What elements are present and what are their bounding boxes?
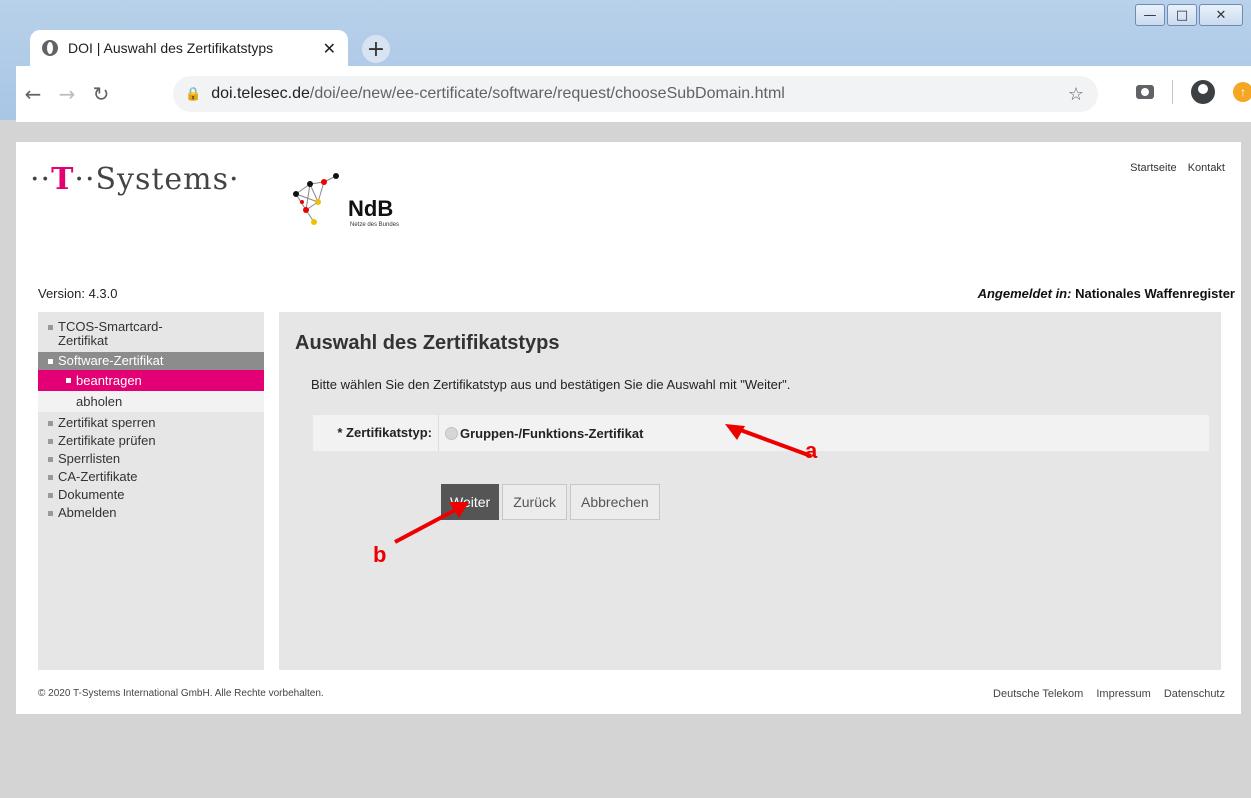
maximize-button[interactable]: □ bbox=[1167, 4, 1197, 26]
tab-title: DOI | Auswahl des Zertifikatstyps bbox=[68, 40, 274, 56]
bookmark-star-icon[interactable]: ☆ bbox=[1068, 84, 1084, 105]
login-value: Nationales Waffenregister bbox=[1075, 286, 1235, 301]
browser-toolbar: ← → ↻ 🔒 doi.telesec.de/doi/ee/new/ee-cer… bbox=[16, 66, 1251, 122]
lock-icon: 🔒 bbox=[185, 86, 202, 102]
footer-links: Deutsche Telekom Impressum Datenschutz bbox=[983, 688, 1225, 700]
sidebar-item-beantragen[interactable]: beantragen bbox=[38, 370, 264, 391]
sidebar-item-dokumente[interactable]: Dokumente bbox=[38, 486, 264, 504]
sidebar-nav: TCOS-Smartcard-Zertifikat Software-Zerti… bbox=[38, 312, 264, 670]
annotation-arrow-b bbox=[394, 502, 469, 544]
forward-arrow-icon[interactable]: → bbox=[50, 82, 84, 106]
window-controls: — □ ✕ bbox=[1133, 4, 1243, 26]
footer-link-impressum[interactable]: Impressum bbox=[1096, 688, 1150, 700]
address-bar[interactable]: 🔒 doi.telesec.de/doi/ee/new/ee-certifica… bbox=[173, 76, 1098, 112]
reload-icon[interactable]: ↻ bbox=[84, 82, 118, 106]
annotation-arrow-a bbox=[725, 424, 812, 458]
ndb-subtitle: Netze des Bundes bbox=[350, 222, 400, 228]
logo-dots: ·· bbox=[30, 162, 52, 197]
toolbar-right: ↑ bbox=[1136, 80, 1251, 104]
sidebar-item-ca-zertifikate[interactable]: CA-Zertifikate bbox=[38, 468, 264, 486]
sidebar-item-sperrlisten[interactable]: Sperrlisten bbox=[38, 450, 264, 468]
version-label: Version: 4.3.0 bbox=[38, 286, 118, 301]
url-text[interactable]: doi.telesec.de/doi/ee/new/ee-certificate… bbox=[211, 85, 785, 103]
t-systems-logo[interactable]: ··T··Systems· bbox=[30, 162, 240, 197]
globe-icon bbox=[42, 40, 58, 56]
intro-text: Bitte wählen Sie den Zertifikatstyp aus … bbox=[311, 377, 791, 392]
close-window-button[interactable]: ✕ bbox=[1199, 4, 1243, 26]
logo-t: T bbox=[51, 162, 75, 197]
sidebar-item-zertifikate-pruefen[interactable]: Zertifikate prüfen bbox=[38, 432, 264, 450]
zertifikatstyp-radio[interactable] bbox=[445, 426, 458, 440]
logo-systems: ··Systems· bbox=[74, 162, 240, 197]
camera-icon[interactable] bbox=[1136, 85, 1154, 99]
ndb-title: NdB bbox=[348, 196, 394, 221]
footer-copyright: © 2020 T-Systems International GmbH. All… bbox=[38, 688, 324, 699]
browser-tab[interactable]: DOI | Auswahl des Zertifikatstyps ✕ bbox=[30, 30, 348, 66]
close-tab-icon[interactable]: ✕ bbox=[323, 39, 336, 58]
sidebar-item-zertifikat-sperren[interactable]: Zertifikat sperren bbox=[38, 414, 264, 432]
login-info: Angemeldet in: Nationales Waffenregister bbox=[978, 286, 1235, 301]
minimize-button[interactable]: — bbox=[1135, 4, 1165, 26]
annotation-label-b: b bbox=[373, 542, 387, 567]
sidebar-item-tcos-smartcard[interactable]: TCOS-Smartcard-Zertifikat bbox=[38, 318, 168, 350]
login-label: Angemeldet in: bbox=[977, 286, 1072, 301]
zurueck-button[interactable]: Zurück bbox=[502, 484, 567, 520]
footer-link-deutsche-telekom[interactable]: Deutsche Telekom bbox=[993, 688, 1083, 700]
main-content: Auswahl des Zertifikatstyps Bitte wählen… bbox=[279, 312, 1221, 670]
zertifikatstyp-label: * Zertifikatstyp: bbox=[313, 415, 439, 451]
toolbar-separator bbox=[1172, 80, 1173, 104]
annotation-label-a: a bbox=[805, 438, 818, 463]
sidebar-item-software-zertifikat[interactable]: Software-Zertifikat bbox=[38, 352, 264, 370]
page-title: Auswahl des Zertifikatstyps bbox=[295, 332, 560, 354]
page-top-strip bbox=[16, 122, 1251, 142]
ndb-logo: NdB Netze des Bundes bbox=[288, 164, 418, 234]
url-host: doi.telesec.de bbox=[211, 85, 310, 102]
ndb-network-icon bbox=[293, 173, 339, 225]
profile-icon[interactable] bbox=[1191, 80, 1215, 104]
new-tab-button[interactable]: + bbox=[362, 35, 390, 63]
link-kontakt[interactable]: Kontakt bbox=[1188, 162, 1225, 174]
abbrechen-button[interactable]: Abbrechen bbox=[570, 484, 660, 520]
web-page: ··T··Systems· NdB Netze des Bundes Start… bbox=[16, 142, 1241, 714]
url-path: /doi/ee/new/ee-certificate/software/requ… bbox=[309, 85, 785, 102]
footer-link-datenschutz[interactable]: Datenschutz bbox=[1164, 688, 1225, 700]
sidebar-item-abmelden[interactable]: Abmelden bbox=[38, 504, 264, 522]
sidebar-item-abholen[interactable]: abholen bbox=[38, 391, 264, 412]
top-links: Startseite Kontakt bbox=[1122, 162, 1225, 174]
extension-icon[interactable]: ↑ bbox=[1233, 82, 1251, 102]
back-arrow-icon[interactable]: ← bbox=[16, 82, 50, 106]
link-startseite[interactable]: Startseite bbox=[1130, 162, 1176, 174]
button-group: Weiter Zurück Abbrechen bbox=[441, 484, 660, 520]
page-bottom-area bbox=[16, 714, 1241, 798]
zertifikatstyp-option-label[interactable]: Gruppen-/Funktions-Zertifikat bbox=[460, 426, 643, 441]
